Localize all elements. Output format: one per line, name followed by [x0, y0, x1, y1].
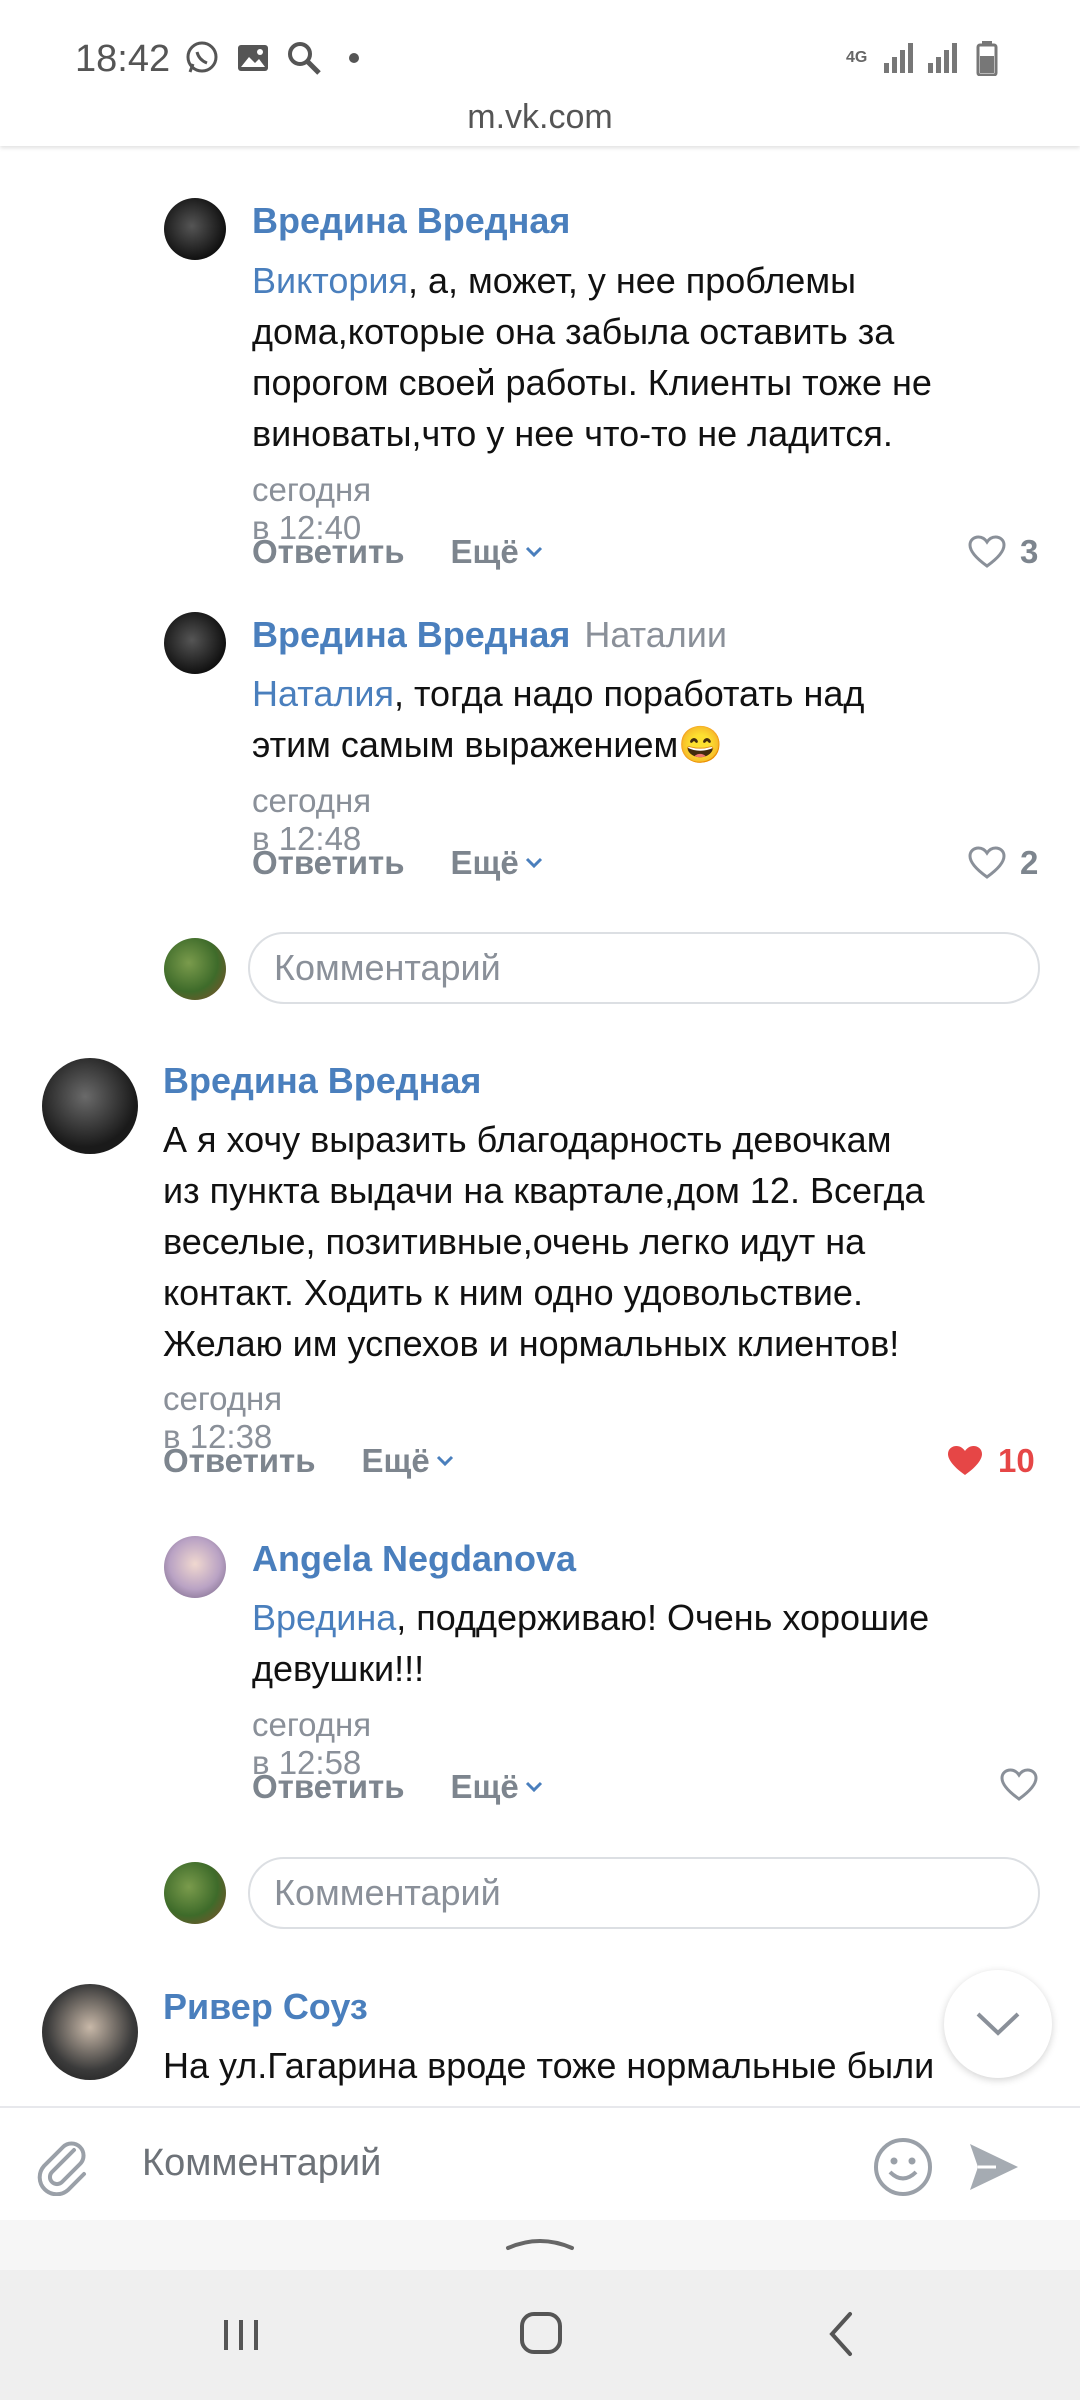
mention-link[interactable]: Наталия	[252, 673, 394, 714]
network-type: 4G	[846, 49, 868, 66]
comment-text: А я хочу выразить благодарность девочкам…	[163, 1119, 925, 1364]
like-button[interactable]: 10	[946, 1442, 1035, 1480]
chevron-down-icon	[525, 857, 542, 869]
chevron-down-icon	[525, 546, 542, 558]
signal-icon	[928, 43, 957, 73]
comment-author[interactable]: Вредина Вредная	[252, 200, 570, 242]
avatar[interactable]	[42, 1058, 138, 1154]
page-url[interactable]: m.vk.com	[0, 98, 1080, 137]
heart-filled-icon	[948, 1446, 982, 1475]
comment-text: На ул.Гагарина вроде тоже нормальные был…	[163, 2045, 935, 2086]
comment-actions: Ответить Ещё	[252, 533, 543, 571]
panel-handle[interactable]	[0, 2220, 1080, 2270]
mention-link[interactable]: Вредина	[252, 1597, 396, 1638]
avatar[interactable]	[164, 612, 226, 674]
comment-author[interactable]: Вредина Вредная	[163, 1060, 481, 1102]
smile-icon[interactable]	[872, 2136, 934, 2198]
search-icon	[288, 42, 321, 75]
status-notification-icons	[184, 40, 368, 76]
system-navigation-bar	[0, 2270, 1080, 2400]
reply-button[interactable]: Ответить	[163, 1442, 316, 1480]
send-icon[interactable]	[966, 2140, 1022, 2194]
like-button[interactable]: 3	[968, 533, 1038, 571]
composer-input[interactable]: Комментарий	[142, 2142, 381, 2185]
comment-text: Вредина, поддерживаю! Очень хорошие деву…	[252, 1597, 930, 1689]
avatar[interactable]	[164, 1536, 226, 1598]
reply-button[interactable]: Ответить	[252, 1768, 405, 1806]
like-button[interactable]: 2	[968, 844, 1038, 882]
chevron-down-icon	[976, 2012, 1020, 2036]
chevron-down-icon	[525, 1781, 542, 1793]
comment-author[interactable]: Ривер Соуз	[163, 1986, 368, 2028]
status-system-icons: 4G	[846, 40, 1004, 76]
reply-to-name[interactable]: Наталии	[584, 614, 727, 655]
like-count: 2	[1020, 844, 1039, 881]
whatsapp-icon	[186, 41, 218, 73]
scroll-down-button[interactable]	[944, 1970, 1052, 2078]
mention-link[interactable]: Виктория	[252, 260, 408, 301]
reply-button[interactable]: Ответить	[252, 844, 405, 882]
heart-icon	[968, 535, 1006, 568]
signal-icon	[884, 43, 913, 73]
comment-actions: Ответить Ещё	[252, 1768, 543, 1806]
like-count: 10	[998, 1442, 1035, 1479]
more-button[interactable]: Ещё	[451, 1768, 543, 1806]
my-avatar	[164, 1862, 226, 1924]
reply-comment-input[interactable]: Комментарий	[248, 932, 1040, 1004]
battery-icon	[976, 41, 998, 76]
more-button[interactable]: Ещё	[362, 1442, 454, 1480]
gallery-icon	[238, 45, 268, 71]
more-button[interactable]: Ещё	[451, 844, 543, 882]
like-count: 3	[1020, 533, 1039, 570]
reply-button[interactable]: Ответить	[252, 533, 405, 571]
like-button[interactable]	[1000, 1768, 1038, 1802]
status-time: 18:42	[75, 38, 171, 80]
my-avatar	[164, 938, 226, 1000]
comment-text: Наталия, тогда надо поработать над этим …	[252, 673, 865, 765]
back-icon[interactable]	[826, 2310, 856, 2358]
comment-actions: Ответить Ещё	[163, 1442, 454, 1480]
browser-top-bar: 18:42 4G m.vk.com	[0, 0, 1080, 146]
avatar[interactable]	[164, 198, 226, 260]
chevron-up-icon	[506, 2239, 574, 2250]
more-button[interactable]: Ещё	[451, 533, 543, 571]
chevron-down-icon	[436, 1455, 453, 1467]
heart-icon	[968, 846, 1006, 879]
heart-icon	[1000, 1768, 1038, 1801]
comment-author[interactable]: Angela Negdanova	[252, 1538, 576, 1580]
comment-actions: Ответить Ещё	[252, 844, 543, 882]
comment-text: Виктория, а, может, у нее проблемы дома,…	[252, 260, 932, 454]
avatar[interactable]	[42, 1984, 138, 2080]
recent-apps-icon[interactable]	[218, 2312, 264, 2358]
dot-icon	[349, 53, 359, 63]
home-icon[interactable]	[518, 2310, 564, 2356]
reply-comment-input[interactable]: Комментарий	[248, 1857, 1040, 1929]
comment-composer: Комментарий	[0, 2106, 1080, 2220]
comment-author[interactable]: Вредина Вредная Наталии	[252, 614, 727, 656]
paperclip-icon[interactable]	[34, 2136, 94, 2196]
